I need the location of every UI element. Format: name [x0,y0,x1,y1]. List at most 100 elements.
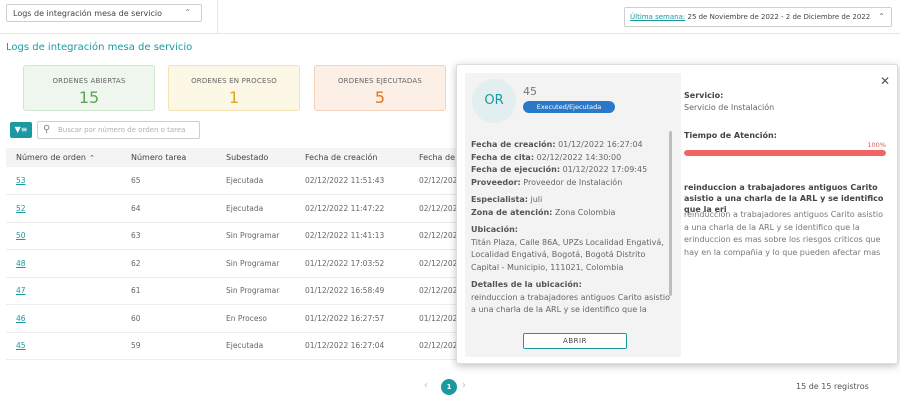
order-number-link[interactable]: 52 [6,194,121,223]
card-label: ORDENES ABIERTAS [52,77,126,85]
orders-table: Número de orden ⌃ Número tarea Subestado … [6,148,458,360]
creation-date: 01/12/2022 16:27:04 [295,332,409,360]
card-in-process-orders[interactable]: ORDENES EN PROCESO 1 [168,65,300,111]
attention-time-label: Tiempo de Atención: [684,131,777,140]
page-title: Logs de integración mesa de servicio [6,42,193,53]
progress-fill [684,150,886,156]
task-number: 60 [121,304,216,333]
order-number-link[interactable]: 48 [6,249,121,278]
search-box[interactable]: ⚲ [37,121,200,139]
open-button[interactable]: ABRIR [523,333,627,349]
column-header-task-number[interactable]: Número tarea [121,148,216,167]
order-details: Fecha de creación: 01/12/2022 16:27:04 F… [471,139,671,317]
zone-row: Zona de atención: Zona Colombia [471,207,616,217]
order-number-link[interactable]: 45 [6,332,121,360]
date-cell: 02/12/202 [409,194,458,223]
substatus: Ejecutada [216,194,295,223]
provider-row: Proveedor: Proveedor de Instalación [471,177,623,187]
column-header-order-number[interactable]: Número de orden ⌃ [6,148,121,167]
task-number: 59 [121,332,216,360]
status-badge: Executed/Ejecutada [523,101,615,113]
close-icon[interactable]: ✕ [880,75,890,87]
chevron-up-icon: ⌃ [878,12,885,21]
creation-date: 02/12/2022 11:47:22 [295,194,409,223]
top-bar: Logs de integración mesa de servicio ⌃ Ú… [0,0,900,34]
table-row[interactable]: 48 62 Sin Programar 01/12/2022 17:03:52 … [6,249,458,278]
description-text: reinduccion a trabajadores antiguos Cari… [684,210,883,257]
service-label: Servicio: [684,91,724,100]
divider [217,0,218,34]
creation-date: 02/12/2022 11:41:13 [295,222,409,250]
creation-date: 01/12/2022 17:03:52 [295,249,409,278]
appointment-date-row: Fecha de cita: 02/12/2022 14:30:00 [471,152,622,162]
order-summary-panel: OR 45 Executed/Ejecutada Fecha de creaci… [465,73,681,357]
task-number: 65 [121,167,216,195]
column-header-creation-date[interactable]: Fecha de creación [295,148,409,167]
task-number: 64 [121,194,216,223]
progress-bar [684,150,886,156]
specialist-row: Especialista: juli [471,195,543,204]
creation-date: 01/12/2022 16:27:57 [295,304,409,333]
table-row[interactable]: 52 64 Ejecutada 02/12/2022 11:47:22 02/1… [6,194,458,223]
date-cell: 02/12/202 [409,277,458,305]
week-label: Última semana: [630,13,686,21]
location-value: Titán Plaza, Calle 86A, UPZs Localidad E… [471,237,664,272]
substatus: Sin Programar [216,222,295,250]
card-label: ORDENES EJECUTADAS [337,77,423,85]
progress-percent: 100% [867,141,886,149]
order-number-link[interactable]: 47 [6,277,121,305]
order-number-link[interactable]: 50 [6,222,121,250]
filter-icon: ▼≡ [14,125,28,134]
card-label: ORDENES EN PROCESO [191,77,277,85]
task-number: 62 [121,249,216,278]
task-number: 61 [121,277,216,305]
card-value: 1 [228,88,240,107]
card-value: 15 [78,88,100,107]
order-service-panel: ✕ Servicio: Servicio de Instalación Tiem… [684,73,890,357]
location-details-value: reinduccion a trabajadores antiguos Cari… [471,292,670,315]
search-input[interactable] [58,124,196,136]
chevron-left-icon[interactable]: ‹ [424,380,428,391]
substatus: Ejecutada [216,332,295,360]
date-cell: 01/12/202 [409,304,458,333]
table-row[interactable]: 46 60 En Proceso 01/12/2022 16:27:57 01/… [6,304,458,333]
table-row[interactable]: 47 61 Sin Programar 01/12/2022 16:58:49 … [6,277,458,305]
table-row[interactable]: 50 63 Sin Programar 02/12/2022 11:41:13 … [6,222,458,250]
date-cell: 02/12/202 [409,332,458,360]
date-cell: 02/12/202 [409,249,458,278]
card-value: 5 [374,88,386,107]
order-number: 45 [523,85,537,98]
substatus: Sin Programar [216,249,295,278]
date-cell: 02/12/202 [409,222,458,250]
week-select[interactable]: Última semana: 25 de Noviembre de 2022 -… [624,7,892,27]
service-value: Servicio de Instalación [684,103,775,112]
order-number-link[interactable]: 53 [6,167,121,195]
attention-progress: 100% [684,141,886,157]
task-number: 63 [121,222,216,250]
records-count: 15 de 15 registros [796,382,869,391]
creation-date-row: Fecha de creación: 01/12/2022 16:27:04 [471,140,643,149]
location-details-label: Detalles de la ubicación: [471,280,582,289]
page-button-current[interactable]: 1 [441,379,457,395]
order-number-link[interactable]: 46 [6,304,121,333]
column-header-substatus[interactable]: Subestado [216,148,295,167]
creation-date: 02/12/2022 11:51:43 [295,167,409,195]
chevron-right-icon[interactable]: › [462,380,466,391]
substatus: Ejecutada [216,167,295,195]
table-header-row: Número de orden ⌃ Número tarea Subestado … [6,148,458,167]
module-select-value: Logs de integración mesa de servicio [13,9,163,18]
column-header-date[interactable]: Fecha de c [409,148,458,167]
location-label: Ubicación: [471,225,518,234]
week-range: 25 de Noviembre de 2022 - 2 de Diciembre… [687,13,871,21]
filter-button[interactable]: ▼≡ [10,122,32,138]
avatar: OR [472,79,516,123]
substatus: Sin Programar [216,277,295,305]
module-select[interactable]: Logs de integración mesa de servicio ⌃ [6,4,202,22]
creation-date: 01/12/2022 16:58:49 [295,277,409,305]
card-executed-orders[interactable]: ORDENES EJECUTADAS 5 [314,65,446,111]
table-row[interactable]: 45 59 Ejecutada 01/12/2022 16:27:04 02/1… [6,332,458,360]
substatus: En Proceso [216,304,295,333]
sort-up-icon: ⌃ [88,154,95,162]
table-row[interactable]: 53 65 Ejecutada 02/12/2022 11:51:43 02/1… [6,167,458,195]
card-open-orders[interactable]: ORDENES ABIERTAS 15 [23,65,155,111]
